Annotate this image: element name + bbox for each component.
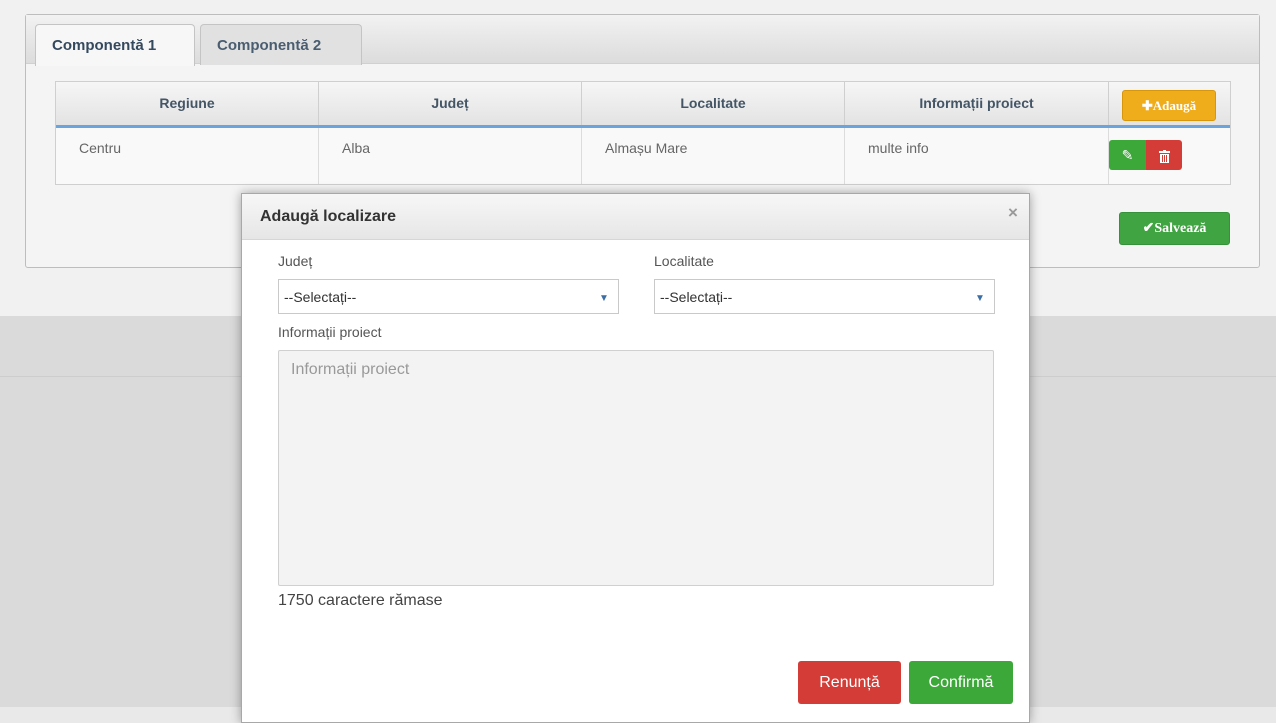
informatii-label: Informații proiect (278, 324, 382, 340)
modal-title: Adaugă localizare (260, 208, 397, 225)
localitate-select-value: --Selectați-- (660, 289, 733, 305)
caret-down-icon: ▼ (599, 293, 609, 304)
tab-componenta-2[interactable]: Componentă 2 (200, 24, 362, 65)
tab-componenta-1[interactable]: Componentă 1 (35, 24, 195, 66)
localitate-select[interactable]: --Selectați-- ▼ (654, 279, 995, 314)
table-header: Regiune Județ Localitate Informații proi… (56, 82, 1230, 128)
cancel-button[interactable]: Renunță (798, 661, 901, 704)
edit-icon: ✎ (1121, 147, 1134, 163)
localization-table: Regiune Județ Localitate Informații proi… (55, 81, 1231, 185)
localitate-label: Localitate (654, 253, 714, 269)
confirm-button[interactable]: Confirmă (909, 661, 1013, 704)
column-header-localitate[interactable]: Localitate (582, 82, 845, 125)
add-localization-modal: Adaugă localizare × Județ --Selectați-- … (241, 193, 1030, 723)
table-row[interactable]: Centru Alba Almașu Mare multe info ✎ (56, 128, 1230, 184)
cell-localitate: Almașu Mare (582, 128, 845, 184)
close-icon[interactable]: × (1005, 203, 1021, 223)
judet-label: Județ (278, 253, 313, 269)
cell-informatii: multe info (845, 128, 1109, 184)
caret-down-icon: ▼ (975, 293, 985, 304)
modal-header: Adaugă localizare × (242, 194, 1029, 240)
char-count: 1750 caractere rămase (278, 592, 443, 609)
add-button[interactable]: ✚Adaugă (1122, 90, 1216, 121)
edit-button[interactable]: ✎ (1109, 140, 1146, 170)
save-button-label: Salvează (1154, 221, 1207, 236)
cell-judet: Alba (319, 128, 582, 184)
informatii-textarea[interactable]: Informații proiect (278, 350, 994, 586)
judet-select[interactable]: --Selectați-- ▼ (278, 279, 619, 314)
tabs-bar: Componentă 1 Componentă 2 (26, 15, 1259, 66)
column-header-regiune[interactable]: Regiune (56, 82, 319, 125)
judet-select-value: --Selectați-- (284, 289, 357, 305)
plus-icon: ✚ (1141, 98, 1153, 113)
column-header-informatii[interactable]: Informații proiect (845, 82, 1109, 125)
add-button-label: Adaugă (1152, 98, 1197, 113)
trash-icon (1158, 149, 1170, 163)
save-button[interactable]: ✔Salvează (1119, 212, 1230, 245)
check-icon: ✔ (1142, 221, 1155, 236)
column-header-judet[interactable]: Județ (319, 82, 582, 125)
cell-regiune: Centru (56, 128, 319, 184)
delete-button[interactable] (1146, 140, 1182, 170)
